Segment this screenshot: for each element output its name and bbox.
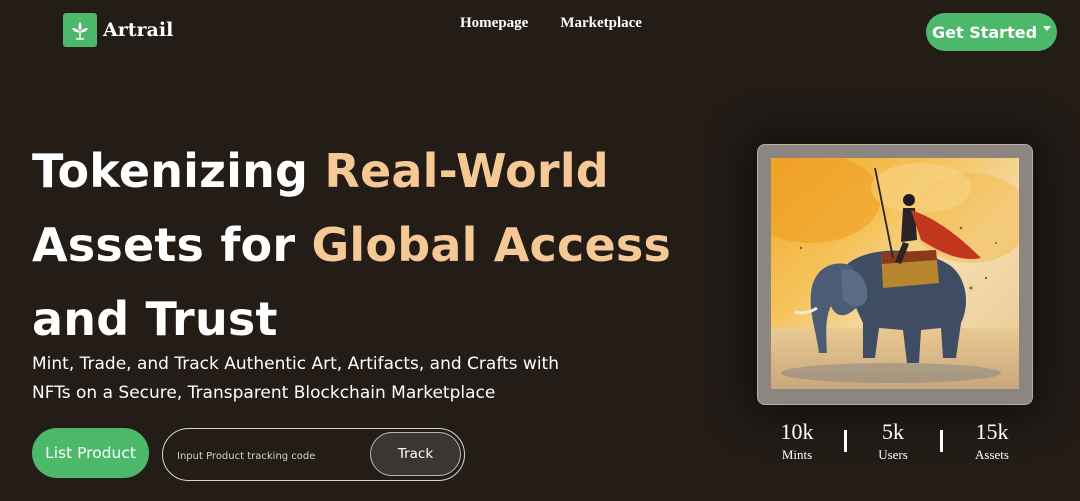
hero-title-part: and Trust bbox=[32, 292, 278, 346]
artwork-frame bbox=[757, 144, 1033, 405]
hero-subtitle: Mint, Trade, and Track Authentic Art, Ar… bbox=[32, 354, 559, 403]
brand-logo[interactable]: Artrail bbox=[63, 13, 173, 47]
brand-name: Artrail bbox=[103, 19, 174, 41]
artwork-image[interactable] bbox=[771, 158, 1019, 389]
stat-divider bbox=[940, 430, 943, 452]
stat-value: 15k bbox=[975, 419, 1009, 444]
stats-bar: 10k Mints 5k Users 15k Assets bbox=[762, 420, 1032, 470]
stat-label: Mints bbox=[781, 447, 813, 462]
stat-label: Assets bbox=[975, 447, 1009, 462]
stat-mints: 10k Mints bbox=[762, 420, 832, 464]
stat-divider bbox=[844, 430, 847, 452]
stat-value: 10k bbox=[780, 419, 814, 444]
hero-title-highlight: Real-World bbox=[324, 144, 609, 198]
caret-down-icon bbox=[1043, 25, 1051, 31]
stat-label: Users bbox=[878, 447, 908, 462]
track-button[interactable]: Track bbox=[370, 432, 461, 476]
tracking-form: Track bbox=[162, 428, 465, 481]
get-started-label: Get Started bbox=[932, 22, 1038, 42]
stat-assets: 15k Assets bbox=[957, 420, 1027, 464]
hero-title-part: Assets for bbox=[32, 218, 312, 272]
main-nav: Homepage Marketplace bbox=[460, 15, 642, 32]
tracking-code-input[interactable] bbox=[175, 444, 369, 468]
hero-title: Tokenizing Real-World Assets for Global … bbox=[32, 134, 671, 356]
nav-marketplace-link[interactable]: Marketplace bbox=[560, 15, 642, 32]
hero-title-highlight: Global Access bbox=[311, 218, 672, 272]
lotus-leaf-icon bbox=[63, 13, 97, 47]
nav-homepage-link[interactable]: Homepage bbox=[460, 15, 528, 32]
stat-value: 5k bbox=[882, 419, 904, 444]
get-started-button[interactable]: Get Started bbox=[926, 13, 1057, 51]
list-product-button[interactable]: List Product bbox=[32, 428, 149, 478]
hero-title-part: Tokenizing bbox=[32, 144, 325, 198]
stat-users: 5k Users bbox=[858, 420, 928, 464]
